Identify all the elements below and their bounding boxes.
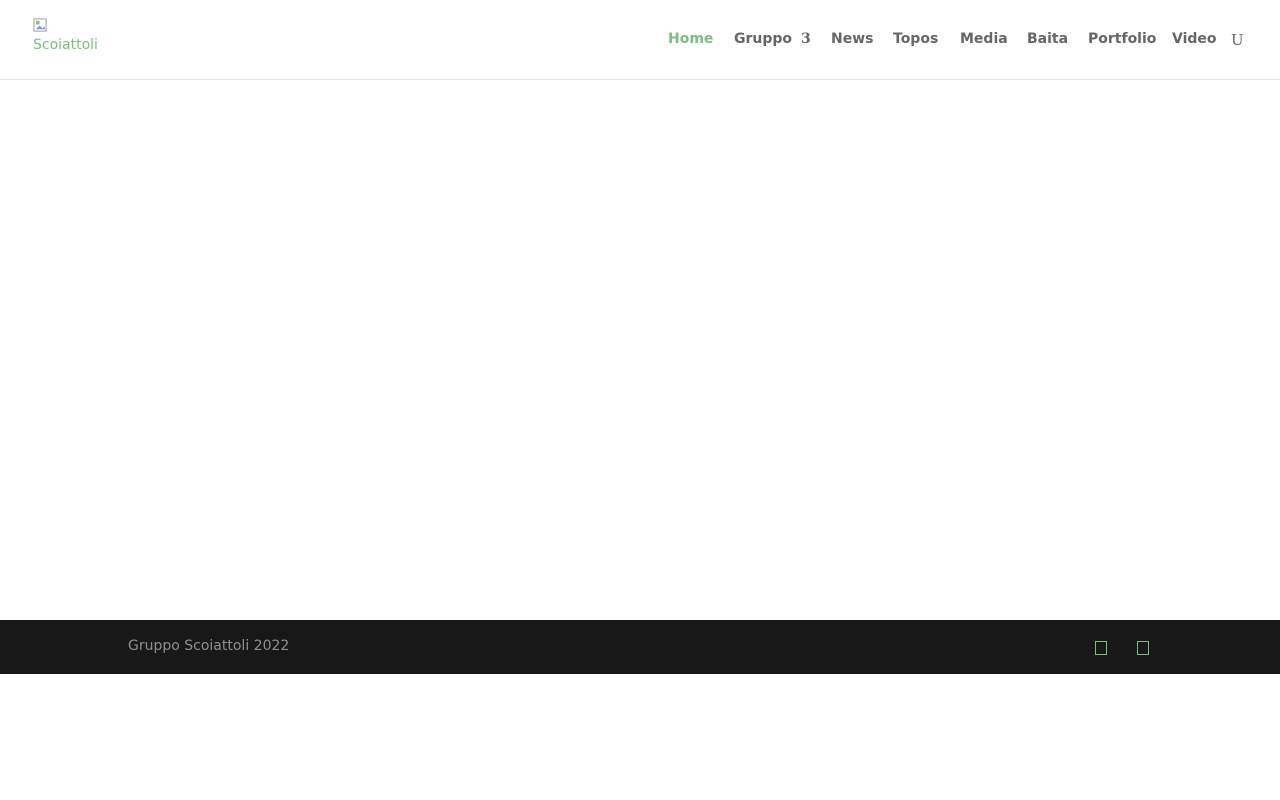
nav-item-gruppo[interactable]: Gruppo 3 [734, 31, 811, 47]
footer-copyright: Gruppo Scoiattoli 2022 [128, 638, 290, 654]
search-icon[interactable]: U [1231, 30, 1245, 50]
chevron-down-icon: 3 [801, 31, 811, 47]
site-logo[interactable]: Scoiattoli [33, 18, 113, 58]
nav-item-media[interactable]: Media [960, 31, 1008, 47]
logo-alt-text: Scoiattoli [33, 37, 98, 53]
social-icon-2[interactable] [1137, 641, 1149, 655]
nav-item-topos[interactable]: Topos [893, 31, 938, 47]
nav-item-video[interactable]: Video [1172, 31, 1217, 47]
nav-item-portfolio[interactable]: Portfolio [1088, 31, 1156, 47]
nav-item-baita[interactable]: Baita [1027, 31, 1068, 47]
nav-item-home[interactable]: Home [668, 31, 713, 47]
nav-item-label: Gruppo [734, 31, 793, 47]
site-header: Scoiattoli Home Gruppo 3 News Topos Media… [0, 0, 1280, 80]
social-icon-1[interactable] [1095, 641, 1107, 655]
broken-image-icon [33, 18, 47, 32]
nav-item-news[interactable]: News [831, 31, 873, 47]
site-footer: Gruppo Scoiattoli 2022 [0, 620, 1280, 674]
